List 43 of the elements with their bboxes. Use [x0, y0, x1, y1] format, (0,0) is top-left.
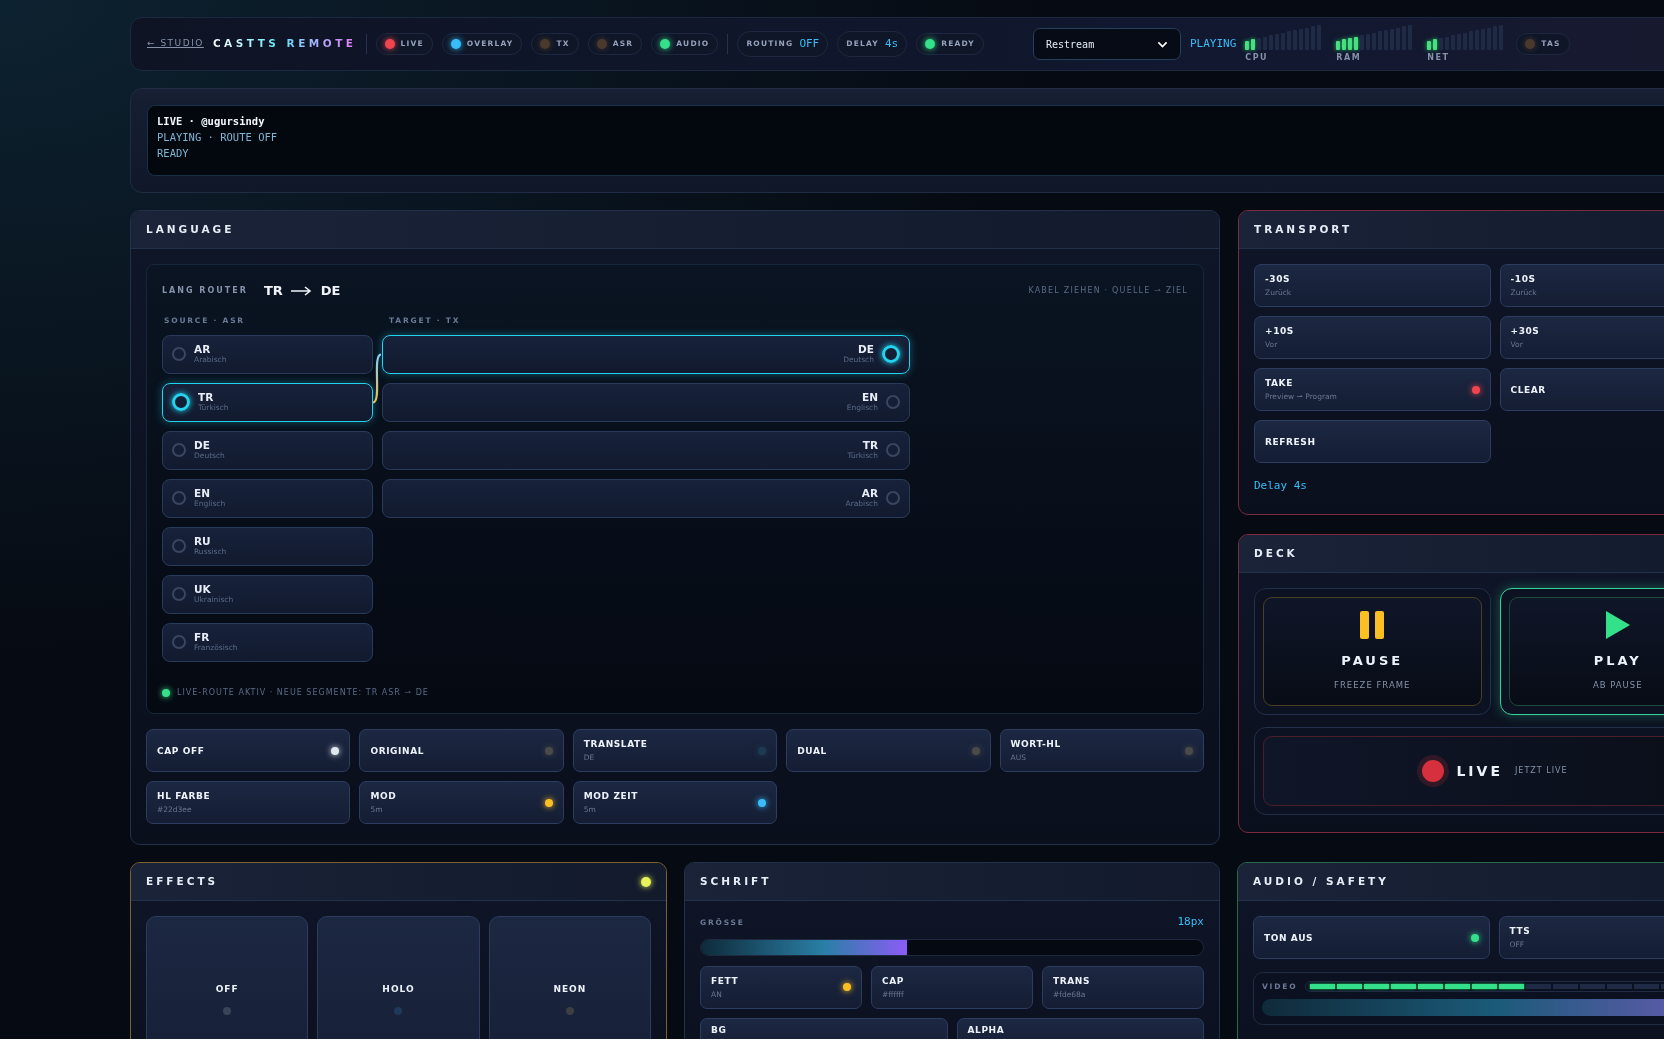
router-label: LANG ROUTER [162, 284, 248, 297]
back-link[interactable]: ← STUDIO [147, 37, 204, 51]
effect-option[interactable]: NEON [488, 916, 651, 1039]
size-slider[interactable] [700, 938, 1204, 956]
meter-label: NET [1427, 51, 1451, 64]
panel-title: DECK [1254, 545, 1298, 561]
panel-title: SCHRIFT [700, 873, 772, 889]
playback-state: PLAYING [1190, 35, 1237, 52]
toggle-button[interactable]: CAP OFF [146, 729, 351, 772]
chip-value: 4s [884, 35, 899, 52]
status-line: PLAYING · ROUTE OFF [157, 130, 279, 145]
toggle-button[interactable]: DUAL [786, 729, 991, 772]
font-button[interactable]: ALPHA [956, 1017, 1204, 1039]
chip-value: OFF [799, 35, 820, 52]
play-button[interactable]: PLAY AB PAUSE [1499, 588, 1664, 715]
go-live-button[interactable]: LIVE JETZT LIVE [1254, 727, 1664, 815]
destination-select[interactable]: Restream [1033, 28, 1181, 60]
route-status: LIVE-ROUTE AKTIV · NEUE SEGMENTE: TR ASR ⇀ DE [177, 687, 429, 699]
target-code: DE [320, 282, 341, 300]
transport-button[interactable]: REFRESH [1254, 420, 1491, 463]
transport-button[interactable]: CLEAR [1499, 368, 1664, 411]
meter-label: CPU [1245, 51, 1270, 64]
delay-status: Delay 4s [1254, 478, 1308, 494]
status-line: READY [157, 146, 190, 161]
router-hint: KABEL ZIEHEN · QUELLE ⇀ ZIEL [1028, 284, 1188, 297]
play-icon [1605, 611, 1630, 640]
status-line: LIVE · @ugursindy [157, 114, 266, 129]
pause-icon [1360, 611, 1385, 640]
arrow-icon [290, 285, 313, 296]
panel-title: LANGUAGE [146, 221, 235, 237]
panel-title: TRANSPORT [1254, 221, 1353, 237]
effect-option[interactable]: OFF [146, 916, 309, 1039]
effect-option[interactable]: HOLO [317, 916, 480, 1039]
source-code: TR [263, 282, 283, 300]
panel-title: EFFECTS [146, 873, 219, 889]
size-value: 18px [1177, 914, 1204, 930]
font-button[interactable]: BG [700, 1017, 948, 1039]
meter-label: RAM [1336, 51, 1363, 64]
panel-title: AUDIO / SAFETY [1253, 873, 1389, 889]
audio-button[interactable]: TON AUS [1253, 916, 1490, 959]
toggle-button[interactable]: ORIGINAL [359, 729, 564, 772]
pause-button[interactable]: PAUSE FREEZE FRAME [1254, 588, 1491, 715]
cable-line [372, 353, 382, 404]
